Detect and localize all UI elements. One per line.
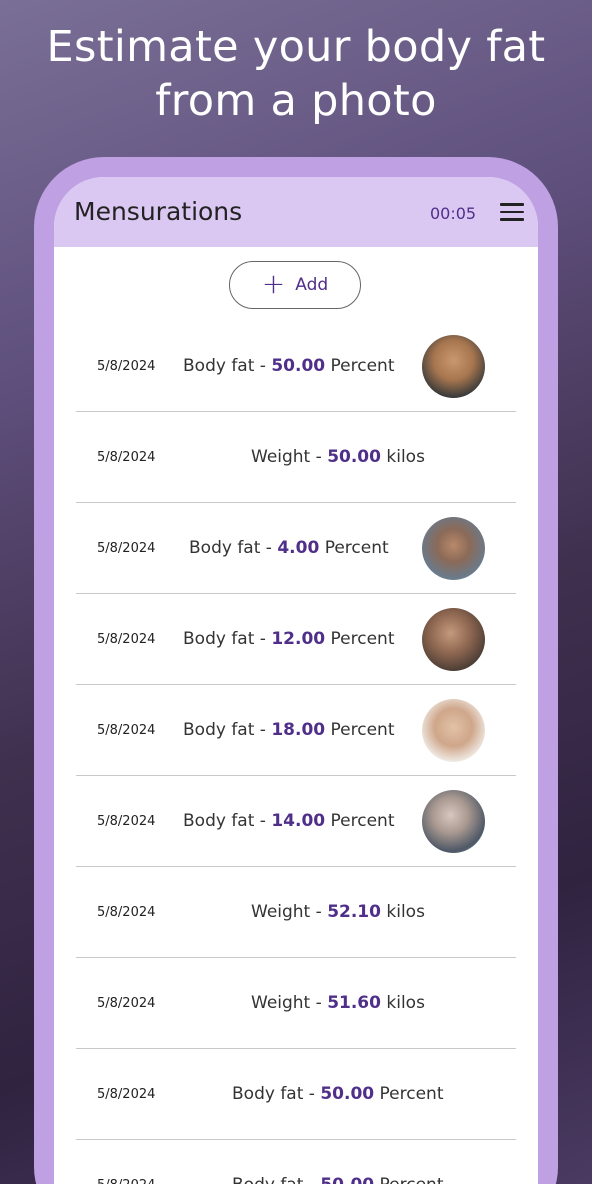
entry-separator: -	[254, 629, 272, 649]
entry-value: 14.00	[271, 811, 326, 831]
entry-separator: -	[310, 993, 328, 1013]
entry-metric-name: Body fat	[232, 1175, 303, 1184]
entry-measurement: Weight - 50.00 kilos	[251, 447, 425, 467]
page-title: Mensurations	[74, 197, 243, 226]
list-item[interactable]: 5/8/2024 Body fat - 50.00 Percent	[76, 1140, 516, 1184]
plus-icon: +	[261, 266, 286, 300]
entry-metric-name: Body fat	[183, 356, 255, 376]
measurement-list: 5/8/2024 Body fat - 50.00 Percent 5/8/2024…	[76, 321, 516, 1184]
entry-measurement: Body fat - 50.00 Percent	[232, 1084, 444, 1104]
entry-unit: kilos	[380, 447, 425, 467]
entry-separator: -	[260, 538, 278, 558]
entry-unit: Percent	[325, 629, 395, 649]
headline-line-1: Estimate your body fat	[46, 22, 546, 72]
entry-date: 5/8/2024	[97, 996, 156, 1011]
entry-metric-name: Body fat	[183, 811, 255, 831]
entry-separator: -	[303, 1084, 321, 1104]
entry-separator: -	[254, 720, 272, 740]
entry-metric-name: Body fat	[183, 629, 255, 649]
entry-unit: Percent	[319, 538, 389, 558]
headline-line-2: from a photo	[155, 76, 437, 126]
timer-readout: 00:05	[430, 204, 477, 223]
entry-date: 5/8/2024	[97, 450, 156, 465]
list-item[interactable]: 5/8/2024 Body fat - 50.00 Percent	[76, 1049, 516, 1140]
entry-unit: kilos	[380, 993, 425, 1013]
entry-unit: Percent	[374, 1175, 444, 1184]
entry-unit: kilos	[380, 902, 425, 922]
entry-date: 5/8/2024	[97, 1178, 155, 1184]
entry-measurement: Body fat - 50.00 Percent	[232, 1175, 444, 1184]
entry-date: 5/8/2024	[97, 1087, 156, 1102]
entry-value: 50.00	[271, 356, 326, 376]
entry-measurement: Body fat - 12.00 Percent	[183, 629, 395, 649]
list-item[interactable]: 5/8/2024 Body fat - 18.00 Percent	[76, 685, 516, 776]
entry-separator: -	[254, 811, 272, 831]
entry-metric-name: Body fat	[189, 538, 261, 558]
entry-metric-name: Weight	[251, 993, 311, 1013]
entry-value: 50.00	[320, 1084, 375, 1104]
entry-photo-thumbnail[interactable]	[422, 699, 485, 762]
list-item[interactable]: 5/8/2024 Body fat - 50.00 Percent	[76, 321, 516, 412]
entry-value: 52.10	[327, 902, 381, 922]
entry-value: 50.00	[327, 447, 381, 467]
add-button[interactable]: + Add	[229, 261, 361, 309]
entry-unit: Percent	[325, 720, 395, 740]
entry-unit: Percent	[325, 356, 395, 376]
entry-separator: -	[254, 356, 272, 376]
list-item[interactable]: 5/8/2024 Body fat - 14.00 Percent	[76, 776, 516, 867]
entry-metric-name: Body fat	[232, 1084, 304, 1104]
entry-metric-name: Weight	[251, 902, 311, 922]
entry-date: 5/8/2024	[97, 814, 156, 829]
entry-measurement: Body fat - 14.00 Percent	[183, 811, 395, 831]
entry-value: 4.00	[277, 538, 320, 558]
entry-value: 18.00	[271, 720, 326, 740]
list-item[interactable]: 5/8/2024 Weight - 51.60 kilos	[76, 958, 516, 1049]
add-button-label: Add	[295, 275, 329, 295]
entry-metric-name: Weight	[251, 447, 311, 467]
entry-photo-thumbnail[interactable]	[422, 608, 485, 671]
app-screen: Mensurations 00:05 + Add 5/8/2024 Body fa…	[54, 177, 538, 1184]
entry-photo-thumbnail[interactable]	[422, 517, 485, 580]
list-item[interactable]: 5/8/2024 Body fat - 12.00 Percent	[76, 594, 516, 685]
list-item[interactable]: 5/8/2024 Weight - 52.10 kilos	[76, 867, 516, 958]
entry-unit: Percent	[325, 811, 395, 831]
list-item[interactable]: 5/8/2024 Body fat - 4.00 Percent	[76, 503, 516, 594]
entry-date: 5/8/2024	[97, 541, 156, 556]
hamburger-menu-icon[interactable]	[500, 203, 524, 221]
entry-value: 50.00	[320, 1175, 374, 1184]
entry-measurement: Body fat - 18.00 Percent	[183, 720, 395, 740]
entry-measurement: Body fat - 50.00 Percent	[183, 356, 395, 376]
entry-separator: -	[310, 447, 328, 467]
entry-photo-thumbnail[interactable]	[422, 335, 485, 398]
entry-measurement: Body fat - 4.00 Percent	[189, 538, 389, 558]
entry-date: 5/8/2024	[97, 359, 156, 374]
entry-metric-name: Body fat	[183, 720, 255, 740]
entry-date: 5/8/2024	[97, 905, 156, 920]
entry-value: 51.60	[327, 993, 381, 1013]
headline: Estimate your body fat from a photo	[0, 20, 592, 128]
entry-separator: -	[303, 1175, 320, 1184]
entry-measurement: Weight - 52.10 kilos	[251, 902, 425, 922]
entry-value: 12.00	[271, 629, 326, 649]
entry-date: 5/8/2024	[97, 632, 156, 647]
entry-date: 5/8/2024	[97, 723, 156, 738]
entry-photo-thumbnail[interactable]	[422, 790, 485, 853]
entry-measurement: Weight - 51.60 kilos	[251, 993, 425, 1013]
app-bar: Mensurations 00:05	[54, 177, 538, 247]
list-item[interactable]: 5/8/2024 Weight - 50.00 kilos	[76, 412, 516, 503]
entry-unit: Percent	[374, 1084, 444, 1104]
entry-separator: -	[310, 902, 328, 922]
